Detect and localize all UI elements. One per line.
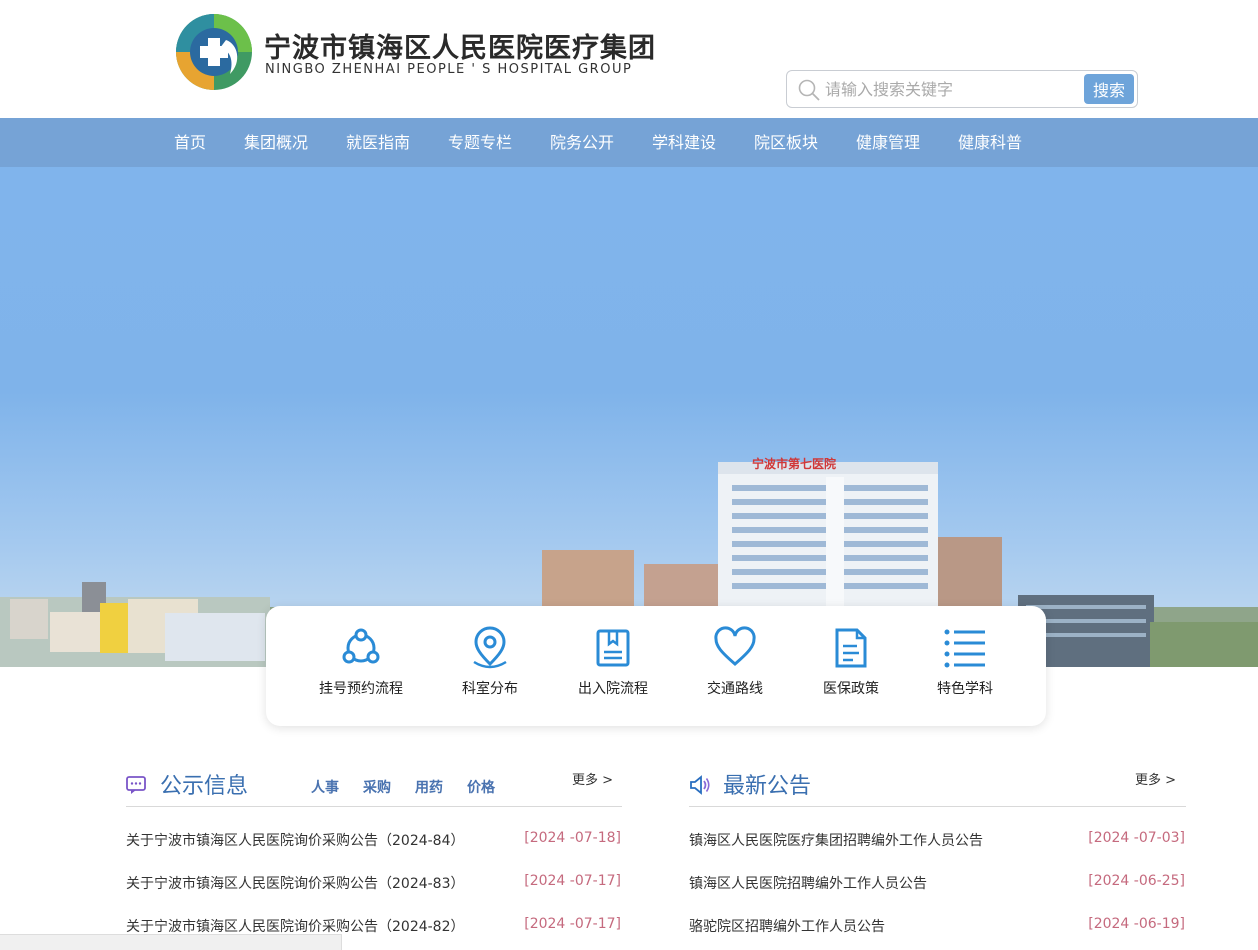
chat-bubble-icon [126,776,146,794]
notice-item[interactable]: 关于宁波市镇海区人民医院询价采购公告（2024-84） [126,830,465,850]
announcements-more-link[interactable]: 更多 > [1135,769,1176,788]
quick-link-label: 医保政策 [823,681,879,697]
hospital-logo[interactable] [172,10,256,94]
quick-link-featured-disciplines[interactable]: 特色学科 [910,626,1020,706]
quick-link-departments[interactable]: 科室分布 [435,626,545,706]
search-icon [798,79,820,101]
search-input[interactable] [825,75,1065,103]
notice-date: [2024 -07-17] [524,916,621,932]
notices-more-link[interactable]: 更多 > [572,769,613,788]
notice-item[interactable]: 关于宁波市镇海区人民医院询价采购公告（2024-82） [126,916,465,936]
tab-personnel[interactable]: 人事 [311,777,339,797]
nav-campus[interactable]: 院区板块 [754,118,818,167]
announcement-date: [2024 -06-19] [1088,916,1185,932]
list-icon [944,629,985,668]
map-pin-icon [473,626,507,669]
announcement-item[interactable]: 镇海区人民医院招聘编外工作人员公告 [689,873,927,893]
search-box: 搜索 [786,70,1138,108]
quick-link-admission[interactable]: 出入院流程 [558,626,668,706]
hero-banner: 宁波市第七医院 [0,167,1258,667]
nav-affairs-public[interactable]: 院务公开 [550,118,614,167]
quick-link-traffic[interactable]: 交通路线 [680,626,790,706]
search-button[interactable]: 搜索 [1084,74,1134,104]
nav-home[interactable]: 首页 [174,118,206,167]
main-nav: 首页 集团概况 就医指南 专题专栏 院务公开 学科建设 院区板块 健康管理 健康… [0,118,1258,167]
nav-special-column[interactable]: 专题专栏 [448,118,512,167]
quick-links-panel: 挂号预约流程 科室分布 出入院流程 交通路线 医保政策 特色学科 [266,606,1046,726]
hospital-skyline-image: 宁波市第七医院 [0,456,1258,667]
brand-name-cn: 宁波市镇海区人民医院医疗集团 [264,33,656,64]
building-sign: 宁波市第七医院 [752,456,836,471]
floating-panel-edge [0,934,342,950]
document-icon [835,628,867,668]
notices-divider [126,806,622,807]
announcements-divider [689,806,1186,807]
share-nodes-icon [342,628,380,664]
nav-discipline[interactable]: 学科建设 [652,118,716,167]
tab-medication[interactable]: 用药 [415,777,443,797]
tab-price[interactable]: 价格 [467,777,495,797]
announcement-item[interactable]: 镇海区人民医院医疗集团招聘编外工作人员公告 [689,830,983,850]
notice-date: [2024 -07-17] [524,873,621,889]
quick-link-label: 挂号预约流程 [319,681,403,697]
announcement-item[interactable]: 骆驼院区招聘编外工作人员公告 [689,916,885,936]
quick-link-label: 科室分布 [462,681,518,697]
brand-name-en: NINGBO ZHENHAI PEOPLE ' S HOSPITAL GROUP [265,62,633,77]
quick-link-registration[interactable]: 挂号预约流程 [306,626,416,706]
quick-link-label: 特色学科 [937,681,993,697]
quick-link-label: 出入院流程 [578,681,648,697]
tab-procurement[interactable]: 采购 [363,777,391,797]
site-header: 宁波市镇海区人民医院医疗集团 NINGBO ZHENHAI PEOPLE ' S… [0,0,1258,118]
heart-icon [714,626,756,666]
book-icon [596,629,630,667]
announcements-title: 最新公告 [723,774,812,799]
notice-item[interactable]: 关于宁波市镇海区人民医院询价采购公告（2024-83） [126,873,465,893]
announcement-date: [2024 -07-03] [1088,830,1185,846]
nav-health-management[interactable]: 健康管理 [856,118,920,167]
quick-link-label: 交通路线 [707,681,763,697]
nav-medical-guide[interactable]: 就医指南 [346,118,410,167]
notice-date: [2024 -07-18] [524,830,621,846]
speaker-icon [690,775,710,795]
quick-link-insurance[interactable]: 医保政策 [796,626,906,706]
notices-title: 公示信息 [160,774,249,799]
nav-health-science[interactable]: 健康科普 [958,118,1022,167]
nav-group-overview[interactable]: 集团概况 [244,118,308,167]
announcement-date: [2024 -06-25] [1088,873,1185,889]
